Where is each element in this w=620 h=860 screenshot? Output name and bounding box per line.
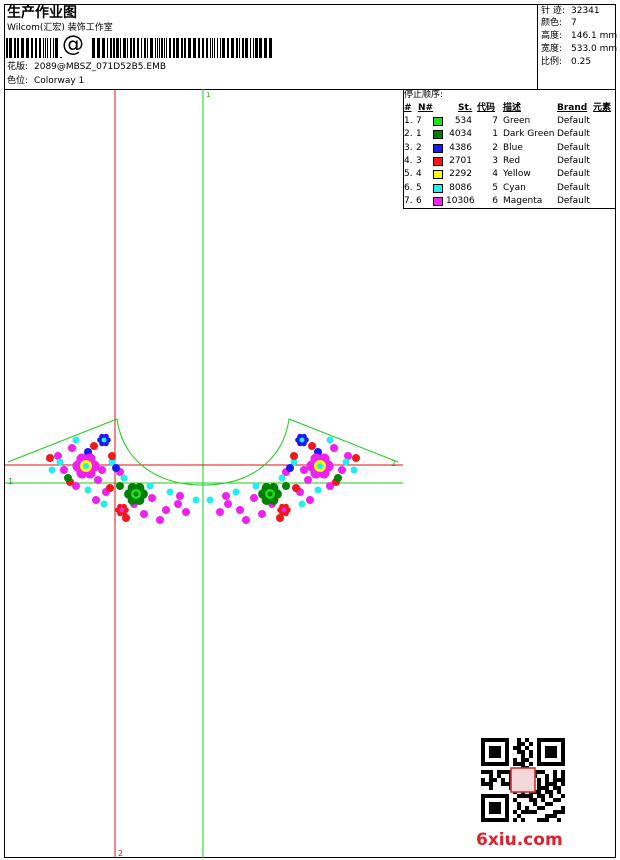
green-leaf <box>334 474 342 482</box>
blue-bud <box>112 464 120 472</box>
cyan-leaf <box>326 436 334 444</box>
magenta-leaf <box>236 506 244 514</box>
cyan-leaf <box>120 474 128 482</box>
axis-label-left: 1 <box>8 477 14 486</box>
cyan-leaf <box>278 474 286 482</box>
red-bud <box>290 452 298 460</box>
cyan-leaf <box>206 496 214 504</box>
red-flower-center <box>281 507 287 513</box>
magenta-leaf <box>250 494 258 502</box>
green-leaf <box>282 482 290 490</box>
magenta-leaf <box>162 506 170 514</box>
magenta-leaf <box>140 510 148 518</box>
cyan-leaf <box>84 486 92 494</box>
magenta-leaf <box>242 516 250 524</box>
red-bud <box>90 442 98 450</box>
red-bud <box>46 454 54 462</box>
flower-eye <box>83 463 89 469</box>
cyan-leaf <box>56 458 64 466</box>
cyan-leaf <box>342 458 350 466</box>
magenta-leaf <box>68 444 76 452</box>
cyan-leaf <box>48 466 56 474</box>
design-canvas <box>5 89 403 858</box>
red-bud <box>106 484 114 492</box>
axis-label-right: 2 <box>391 459 397 468</box>
magenta-leaf <box>338 466 346 474</box>
magenta-leaf <box>222 492 230 500</box>
cyan-leaf <box>100 500 108 508</box>
cyan-leaf <box>298 500 306 508</box>
magenta-leaf <box>258 510 266 518</box>
magenta-leaf <box>156 516 164 524</box>
cyan-leaf <box>166 488 174 496</box>
green-leaf <box>116 482 124 490</box>
cyan-leaf <box>192 496 200 504</box>
red-flower-center <box>119 507 125 513</box>
cyan-leaf <box>350 466 358 474</box>
magenta-leaf <box>60 466 68 474</box>
axis-label-bottom: 2 <box>118 849 124 858</box>
red-bud <box>292 484 300 492</box>
magenta-leaf <box>182 508 190 516</box>
flower-eye <box>133 491 139 497</box>
magenta-leaf <box>304 476 312 484</box>
watermark-logo: 6xiu.com <box>476 830 563 850</box>
red-bud <box>108 452 116 460</box>
red-bud <box>308 442 316 450</box>
magenta-leaf <box>306 496 314 504</box>
magenta-leaf <box>94 476 102 484</box>
cyan-leaf <box>232 488 240 496</box>
blue-flower-center <box>299 437 305 443</box>
qr-code <box>481 738 565 822</box>
cyan-leaf <box>314 486 322 494</box>
cyan-leaf <box>146 482 154 490</box>
cyan-leaf <box>252 482 260 490</box>
blue-bud <box>286 464 294 472</box>
flower-eye <box>317 463 323 469</box>
magenta-leaf <box>148 494 156 502</box>
magenta-leaf <box>224 500 232 508</box>
green-leaf <box>64 474 72 482</box>
red-bud <box>352 454 360 462</box>
blue-flower-center <box>101 437 107 443</box>
magenta-leaf <box>92 496 100 504</box>
magenta-leaf <box>216 508 224 516</box>
flower-eye <box>267 491 273 497</box>
magenta-leaf <box>174 500 182 508</box>
cyan-leaf <box>72 436 80 444</box>
magenta-leaf <box>176 492 184 500</box>
axis-label-top: 1 <box>206 91 211 99</box>
magenta-leaf <box>330 444 338 452</box>
